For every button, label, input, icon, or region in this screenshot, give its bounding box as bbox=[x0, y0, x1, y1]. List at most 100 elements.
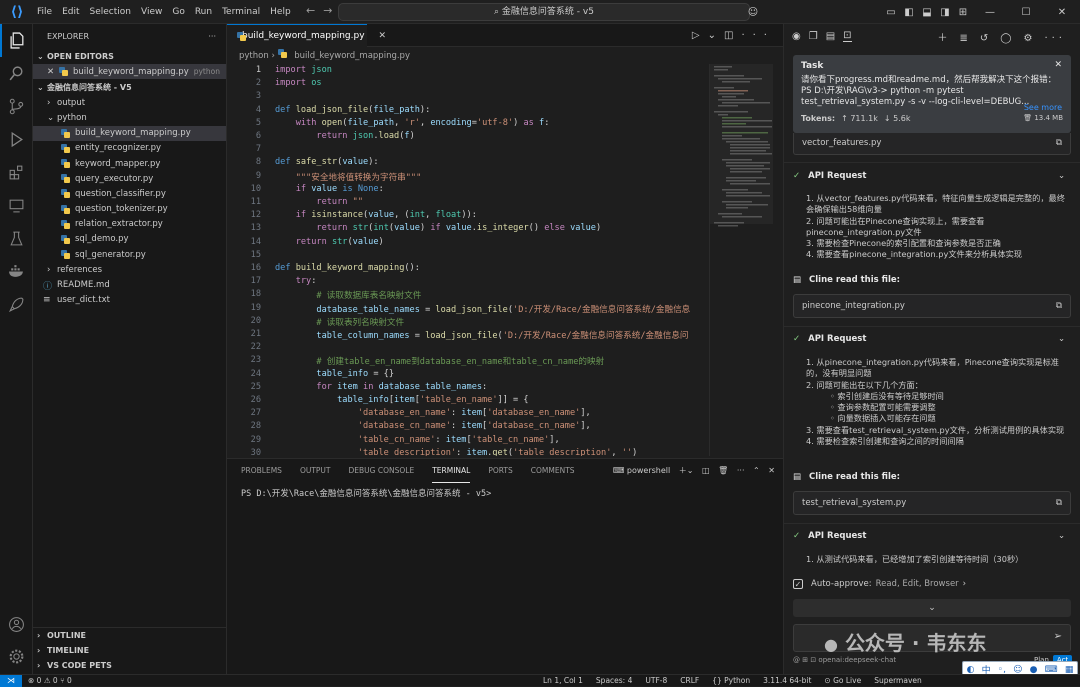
menu-edit[interactable]: Edit bbox=[57, 0, 84, 24]
code-line[interactable]: for item in database_table_names: bbox=[275, 382, 487, 392]
language-mode[interactable]: {} Python bbox=[712, 675, 750, 687]
workspace-section[interactable]: ⌄ 金融信息问答系统 - V5 bbox=[33, 79, 226, 95]
code-line[interactable]: if value is None: bbox=[275, 184, 384, 194]
code-line[interactable]: 'database_cn_name': item['database_cn_na… bbox=[275, 421, 591, 431]
maximize-icon[interactable]: ☐ bbox=[1008, 7, 1044, 18]
external-link-icon[interactable]: ⧉ bbox=[1056, 133, 1062, 153]
code-line[interactable]: return str(int(value) if value.is_intege… bbox=[275, 223, 601, 233]
menu-run[interactable]: Run bbox=[190, 0, 217, 24]
minimap[interactable] bbox=[709, 64, 774, 456]
outline-section[interactable]: › OUTLINE bbox=[33, 628, 227, 643]
docker-icon[interactable] bbox=[0, 255, 33, 288]
menu-go[interactable]: Go bbox=[167, 0, 189, 24]
more-actions-icon[interactable]: ··· bbox=[737, 466, 745, 475]
code-line[interactable]: import json bbox=[275, 65, 332, 75]
see-more-link[interactable]: See more bbox=[1024, 103, 1062, 112]
copilot-icon[interactable]: ☺ bbox=[744, 7, 762, 18]
source-control-icon[interactable] bbox=[0, 90, 33, 123]
task-card[interactable]: Task ✕ 请你看下progress.md和readme.md，然后帮我解决下这… bbox=[793, 55, 1071, 133]
indentation[interactable]: Spaces: 4 bbox=[596, 675, 632, 687]
trash-icon[interactable]: 🗑 bbox=[718, 466, 728, 475]
code-editor[interactable]: 1 import json 2 import os 3 4 def load_json_fi… bbox=[227, 64, 709, 456]
external-link-icon[interactable]: ⧉ bbox=[1056, 295, 1062, 317]
file-card[interactable]: test_retrieval_system.py ⧉ bbox=[793, 491, 1071, 515]
close-panel-icon[interactable]: ✕ bbox=[768, 466, 775, 475]
code-line[interactable]: 'table_cn_name': item['table_cn_name'], bbox=[275, 435, 560, 445]
code-line[interactable]: return json.load(f) bbox=[275, 131, 414, 141]
cursor-position[interactable]: Ln 1, Col 1 bbox=[543, 675, 583, 687]
chat-icon[interactable]: ◉ bbox=[792, 31, 801, 42]
checkbox-checked-icon[interactable]: ✓ bbox=[793, 579, 803, 589]
copy-icon[interactable]: ❐ bbox=[809, 31, 818, 42]
line-ending[interactable]: CRLF bbox=[680, 675, 699, 687]
file-item[interactable]: question_tokenizer.py bbox=[33, 202, 226, 217]
code-line[interactable]: def load_json_file(file_path): bbox=[275, 105, 430, 115]
chevron-down-icon[interactable]: ⌄ bbox=[1058, 334, 1065, 344]
supermaven[interactable]: Supermaven bbox=[874, 675, 922, 687]
code-line[interactable]: if isinstance(value, (int, float)): bbox=[275, 210, 477, 220]
tab-build-keyword-mapping[interactable]: build_keyword_mapping.py ✕ bbox=[227, 24, 386, 47]
remote-icon[interactable]: ⋊ bbox=[0, 674, 22, 687]
code-line[interactable]: try: bbox=[275, 276, 317, 286]
encoding[interactable]: UTF-8 bbox=[645, 675, 667, 687]
close-icon[interactable]: ✕ bbox=[1044, 7, 1080, 18]
file-item[interactable]: question_classifier.py bbox=[33, 186, 226, 201]
timeline-section[interactable]: › TIMELINE bbox=[33, 643, 227, 658]
api-request-header[interactable]: ✓ API Request ⌄ bbox=[793, 334, 1071, 344]
code-line[interactable]: with open(file_path, 'r', encoding='utf-… bbox=[275, 118, 550, 128]
code-line[interactable]: 'table_description': item.get('table_des… bbox=[275, 448, 638, 456]
code-line[interactable]: import os bbox=[275, 78, 322, 88]
model-selector[interactable]: @ ⊞ ⊡ openai:deepseek-chat bbox=[793, 656, 896, 664]
at-icon[interactable]: @ ⊞ ⊡ bbox=[793, 656, 818, 664]
gear-icon[interactable]: ⚙ bbox=[1023, 33, 1036, 44]
scroll-down-button[interactable]: ⌄ bbox=[793, 599, 1071, 617]
menu-help[interactable]: Help bbox=[265, 0, 296, 24]
ime-menu-icon[interactable]: ▦ bbox=[1065, 665, 1074, 675]
more-actions-icon[interactable]: ··· bbox=[1044, 33, 1066, 44]
command-center[interactable]: ⌕ 金融信息问答系统 - v5 bbox=[338, 3, 750, 21]
chevron-down-icon[interactable]: ⌄ bbox=[1058, 531, 1065, 541]
menu-file[interactable]: File bbox=[32, 0, 57, 24]
breadcrumb-file[interactable]: build_keyword_mapping.py bbox=[294, 51, 410, 61]
code-line[interactable]: 'database_en_name': item['database_en_na… bbox=[275, 408, 591, 418]
api-request-header[interactable]: ✓ API Request ⌄ bbox=[793, 531, 1071, 541]
terminal-output[interactable]: PS D:\开发\Race\金融信息问答系统\金融信息问答系统 - v5> bbox=[227, 483, 783, 503]
editor-scrollbar[interactable] bbox=[773, 64, 783, 456]
run-debug-icon[interactable] bbox=[0, 123, 33, 156]
menu-terminal[interactable]: Terminal bbox=[217, 0, 265, 24]
file-item[interactable]: ⓘ README.md bbox=[33, 277, 226, 292]
code-line[interactable]: # 读取表列名映射文件 bbox=[275, 316, 404, 328]
file-item[interactable]: sql_demo.py bbox=[33, 232, 226, 247]
send-icon[interactable]: ➢ bbox=[1054, 631, 1062, 642]
history-icon[interactable]: ↺ bbox=[980, 33, 992, 44]
code-line[interactable]: database_table_names = load_json_file('D… bbox=[275, 303, 690, 315]
code-line[interactable]: return str(value) bbox=[275, 237, 384, 247]
document-icon[interactable]: ▤ bbox=[826, 31, 835, 42]
code-line[interactable]: table_info[item['table_en_name']] = { bbox=[275, 395, 528, 405]
settings-gear-icon[interactable] bbox=[0, 640, 33, 673]
toggle-panel-icon[interactable]: ⬓ bbox=[918, 7, 936, 18]
file-card[interactable]: vector_features.py ⧉ bbox=[793, 133, 1071, 155]
code-line[interactable]: """安全地将值转换为字符串""" bbox=[275, 171, 422, 183]
folder-references[interactable]: › references bbox=[33, 262, 226, 277]
ime-mic-icon[interactable]: ● bbox=[1030, 665, 1038, 675]
auto-approve-bar[interactable]: ✓ Auto-approve: Read, Edit, Browser › bbox=[793, 579, 966, 589]
close-icon[interactable]: ✕ bbox=[1054, 60, 1062, 70]
code-line[interactable]: return "" bbox=[275, 197, 363, 207]
explorer-icon[interactable] bbox=[0, 24, 33, 57]
file-item[interactable]: keyword_mapper.py bbox=[33, 156, 226, 171]
cline-rocket-icon[interactable] bbox=[0, 288, 33, 321]
extensions-icon[interactable] bbox=[0, 156, 33, 189]
tab-ports[interactable]: PORTS bbox=[488, 459, 512, 483]
file-item[interactable]: build_keyword_mapping.py bbox=[33, 125, 226, 141]
code-line[interactable]: table_column_names = load_json_file('D:/… bbox=[275, 329, 688, 341]
robot-icon[interactable]: ⊡ bbox=[843, 30, 852, 42]
mcp-icon[interactable]: ≣ bbox=[960, 33, 972, 44]
pets-section[interactable]: › VS CODE PETS bbox=[33, 658, 227, 673]
file-item[interactable]: query_executor.py bbox=[33, 171, 226, 186]
run-icon[interactable]: ▷ bbox=[692, 30, 708, 41]
external-link-icon[interactable]: ⧉ bbox=[1056, 492, 1062, 514]
ime-punct-icon[interactable]: ◦, bbox=[998, 665, 1006, 675]
tab-terminal[interactable]: TERMINAL bbox=[432, 459, 471, 483]
ime-keyboard-icon[interactable]: ⌨ bbox=[1045, 665, 1058, 675]
